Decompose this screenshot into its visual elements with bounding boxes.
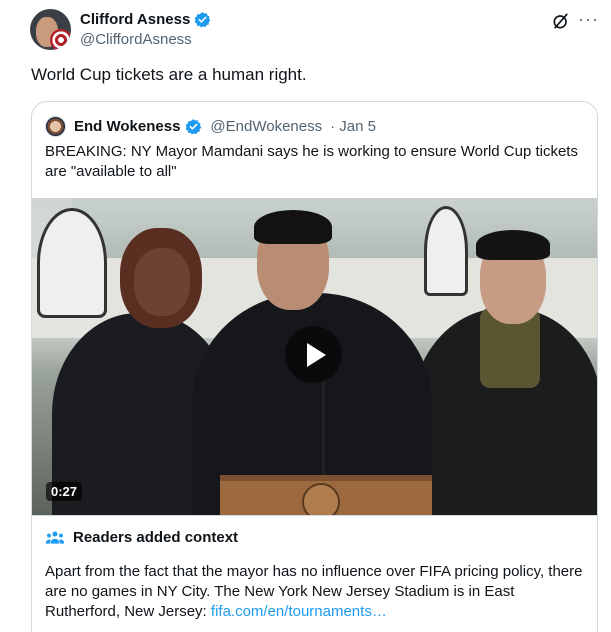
quoted-header: End Wokeness @EndWokeness · Jan 5 [45, 116, 376, 137]
people-icon [45, 530, 65, 544]
community-note-link[interactable]: fifa.com/en/tournaments… [211, 603, 387, 620]
more-icon[interactable]: ··· [578, 9, 599, 30]
community-note-text: Apart from the fact that the mayor has n… [45, 562, 590, 622]
avatar-shield [50, 29, 71, 50]
video-sign-left [37, 208, 107, 318]
quoted-date[interactable]: · Jan 5 [330, 118, 376, 135]
tweet-text: World Cup tickets are a human right. [31, 65, 307, 84]
video-player[interactable]: 0:27 [32, 198, 597, 515]
verified-badge-icon [195, 12, 211, 28]
community-note-title: Readers added context [73, 529, 239, 546]
video-person-center-hair [254, 210, 332, 244]
quoted-display-name[interactable]: End Wokeness [74, 118, 180, 135]
video-microphone [322, 378, 325, 478]
community-note-header: Readers added context [45, 529, 238, 546]
author-handle[interactable]: @CliffordAsness [80, 31, 192, 48]
video-duration: 0:27 [46, 482, 83, 501]
tweet-card[interactable]: Clifford Asness @CliffordAsness ··· Worl… [0, 0, 611, 632]
play-button[interactable] [285, 326, 342, 383]
quoted-verified-badge-icon [186, 119, 202, 135]
video-podium-seal [302, 483, 340, 515]
author-name-row: Clifford Asness [80, 11, 211, 28]
play-icon [306, 342, 326, 367]
quoted-tweet[interactable]: End Wokeness @EndWokeness · Jan 5 BREAKI… [31, 101, 598, 632]
author-avatar[interactable] [30, 9, 71, 50]
quoted-handle[interactable]: @EndWokeness [210, 118, 322, 135]
community-note[interactable]: Readers added context Apart from the fac… [32, 515, 597, 632]
quoted-avatar[interactable] [45, 116, 66, 137]
video-sign-right [424, 206, 468, 296]
grok-icon[interactable] [551, 11, 571, 31]
video-person-left-face [134, 248, 190, 316]
video-person-right-hair [476, 230, 550, 260]
author-display-name[interactable]: Clifford Asness [80, 11, 190, 28]
quoted-text: BREAKING: NY Mayor Mamdani says he is wo… [45, 143, 578, 180]
